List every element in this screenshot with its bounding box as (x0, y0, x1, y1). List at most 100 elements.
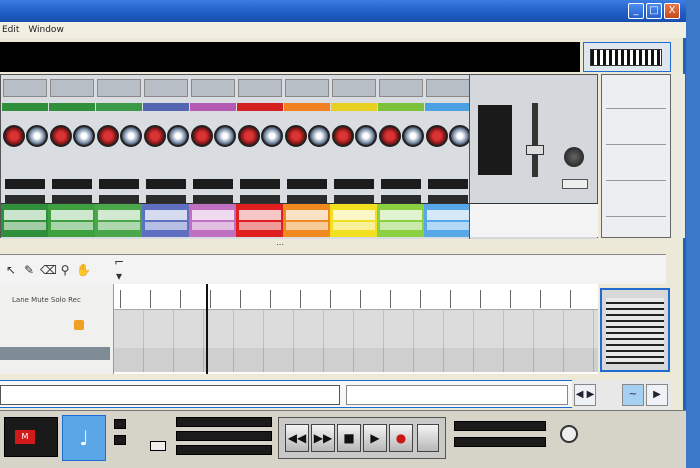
pencil-tool-icon[interactable]: ✎ (22, 263, 36, 277)
strip-knob[interactable] (285, 125, 307, 147)
strip-knob[interactable] (50, 125, 72, 147)
rack-slot[interactable] (606, 115, 666, 145)
option-dropdown[interactable] (150, 441, 166, 451)
option-toggle[interactable] (114, 435, 126, 445)
snap-icon[interactable]: ⌐ (112, 255, 126, 269)
strip-knob[interactable] (144, 125, 166, 147)
hand-tool-icon[interactable]: ✋ (76, 263, 91, 277)
strip-knob[interactable] (167, 125, 189, 147)
strip-pad[interactable] (377, 203, 425, 237)
click-button[interactable]: ♩ (62, 415, 106, 461)
pad-label (4, 222, 46, 230)
strip-pad[interactable] (95, 203, 143, 237)
strip-header[interactable] (238, 79, 282, 97)
menu-item-window[interactable]: Window (28, 25, 64, 35)
strip-header[interactable] (426, 79, 470, 97)
strip-header[interactable] (3, 79, 47, 97)
strip-knob[interactable] (426, 125, 448, 147)
maximize-button[interactable]: □ (646, 3, 662, 19)
mixer-button[interactable] (562, 179, 588, 189)
strip-display (99, 195, 139, 203)
midi-indicator: M (15, 430, 35, 444)
waveform-zoom-button[interactable]: ~ (622, 384, 644, 406)
strip-knob[interactable] (238, 125, 260, 147)
master-fader[interactable] (532, 103, 538, 177)
strip-header[interactable] (285, 79, 329, 97)
strip-header[interactable] (191, 79, 235, 97)
strip-color-bar (284, 103, 330, 111)
strip-pad[interactable] (142, 203, 190, 237)
song-display (0, 42, 580, 72)
arrow-tool-icon[interactable]: ↖ (4, 263, 18, 277)
overview-panel[interactable] (600, 288, 670, 372)
strip-header[interactable] (379, 79, 423, 97)
strip-knob[interactable] (3, 125, 25, 147)
zoom-right-button[interactable]: ▶ (646, 384, 668, 406)
strip-knob[interactable] (355, 125, 377, 147)
track-row[interactable] (0, 347, 110, 360)
record-button[interactable]: ● (389, 424, 413, 452)
zoom-controls: ◀ ▶ ~ ▶ (572, 380, 672, 410)
sequencer-timeline[interactable] (114, 284, 598, 374)
zoom-nav-button[interactable]: ◀ ▶ (574, 384, 596, 406)
strip-pad[interactable] (48, 203, 96, 237)
rack-slot[interactable] (606, 151, 666, 181)
strip-knob[interactable] (26, 125, 48, 147)
rack-slot[interactable] (606, 187, 666, 217)
fader-cap[interactable] (526, 145, 544, 155)
lock-icon[interactable] (74, 320, 84, 330)
strip-knob[interactable] (214, 125, 236, 147)
zoom-tool-icon[interactable]: ⚲ (58, 263, 72, 277)
fast-forward-button[interactable]: ▶▶ (311, 424, 335, 452)
rack-scrollbar[interactable] (673, 74, 685, 238)
strip-header[interactable] (144, 79, 188, 97)
rack-slot[interactable] (606, 79, 666, 109)
transport-options (110, 415, 170, 461)
strip-display (52, 179, 92, 189)
eraser-tool-icon[interactable]: ⌫ (40, 263, 57, 277)
rewind-button[interactable]: ◀◀ (285, 424, 309, 452)
strip-knob[interactable] (97, 125, 119, 147)
strip-knob[interactable] (261, 125, 283, 147)
strip-display (334, 195, 374, 203)
strip-color-bar (237, 103, 283, 111)
metronome-icon[interactable] (560, 425, 578, 443)
option-toggle[interactable] (114, 419, 126, 429)
strip-pad[interactable] (283, 203, 331, 237)
close-button[interactable]: X (664, 3, 680, 19)
strip-header[interactable] (97, 79, 141, 97)
playhead[interactable] (206, 284, 208, 374)
strip-knob[interactable] (191, 125, 213, 147)
strip-pad[interactable] (236, 203, 284, 237)
master-knob[interactable] (564, 147, 584, 167)
strip-header[interactable] (332, 79, 376, 97)
keyboard-panel[interactable] (583, 42, 671, 72)
strip-knob[interactable] (120, 125, 142, 147)
strip-knob[interactable] (449, 125, 471, 147)
stop-button[interactable]: ■ (337, 424, 361, 452)
play-button[interactable]: ▶ (363, 424, 387, 452)
song-scroll-field[interactable] (346, 385, 568, 405)
strip-knob[interactable] (332, 125, 354, 147)
track-list-header: Lane Mute Solo Rec (0, 284, 114, 374)
strip-knob[interactable] (308, 125, 330, 147)
splitter-handle[interactable]: ⋯ (276, 240, 290, 249)
strip-pad[interactable] (1, 203, 49, 237)
minimize-button[interactable]: _ (628, 3, 644, 19)
strip-header[interactable] (50, 79, 94, 97)
song-position-field[interactable] (0, 385, 340, 405)
strip-pad[interactable] (330, 203, 378, 237)
timeline-ruler[interactable] (114, 284, 598, 310)
strip-knob[interactable] (402, 125, 424, 147)
loop-button[interactable] (417, 424, 439, 452)
mixer-controls[interactable] (470, 203, 598, 237)
track-lane[interactable] (114, 348, 598, 372)
strip-pad[interactable] (424, 203, 472, 237)
channel-strip (48, 75, 96, 239)
snap-dropdown[interactable]: ▾ (112, 269, 126, 283)
strip-knob[interactable] (379, 125, 401, 147)
strip-knob[interactable] (73, 125, 95, 147)
strip-pad[interactable] (189, 203, 237, 237)
menu-item-edit[interactable]: Edit (2, 25, 19, 35)
piano-keys-icon[interactable] (590, 49, 662, 66)
